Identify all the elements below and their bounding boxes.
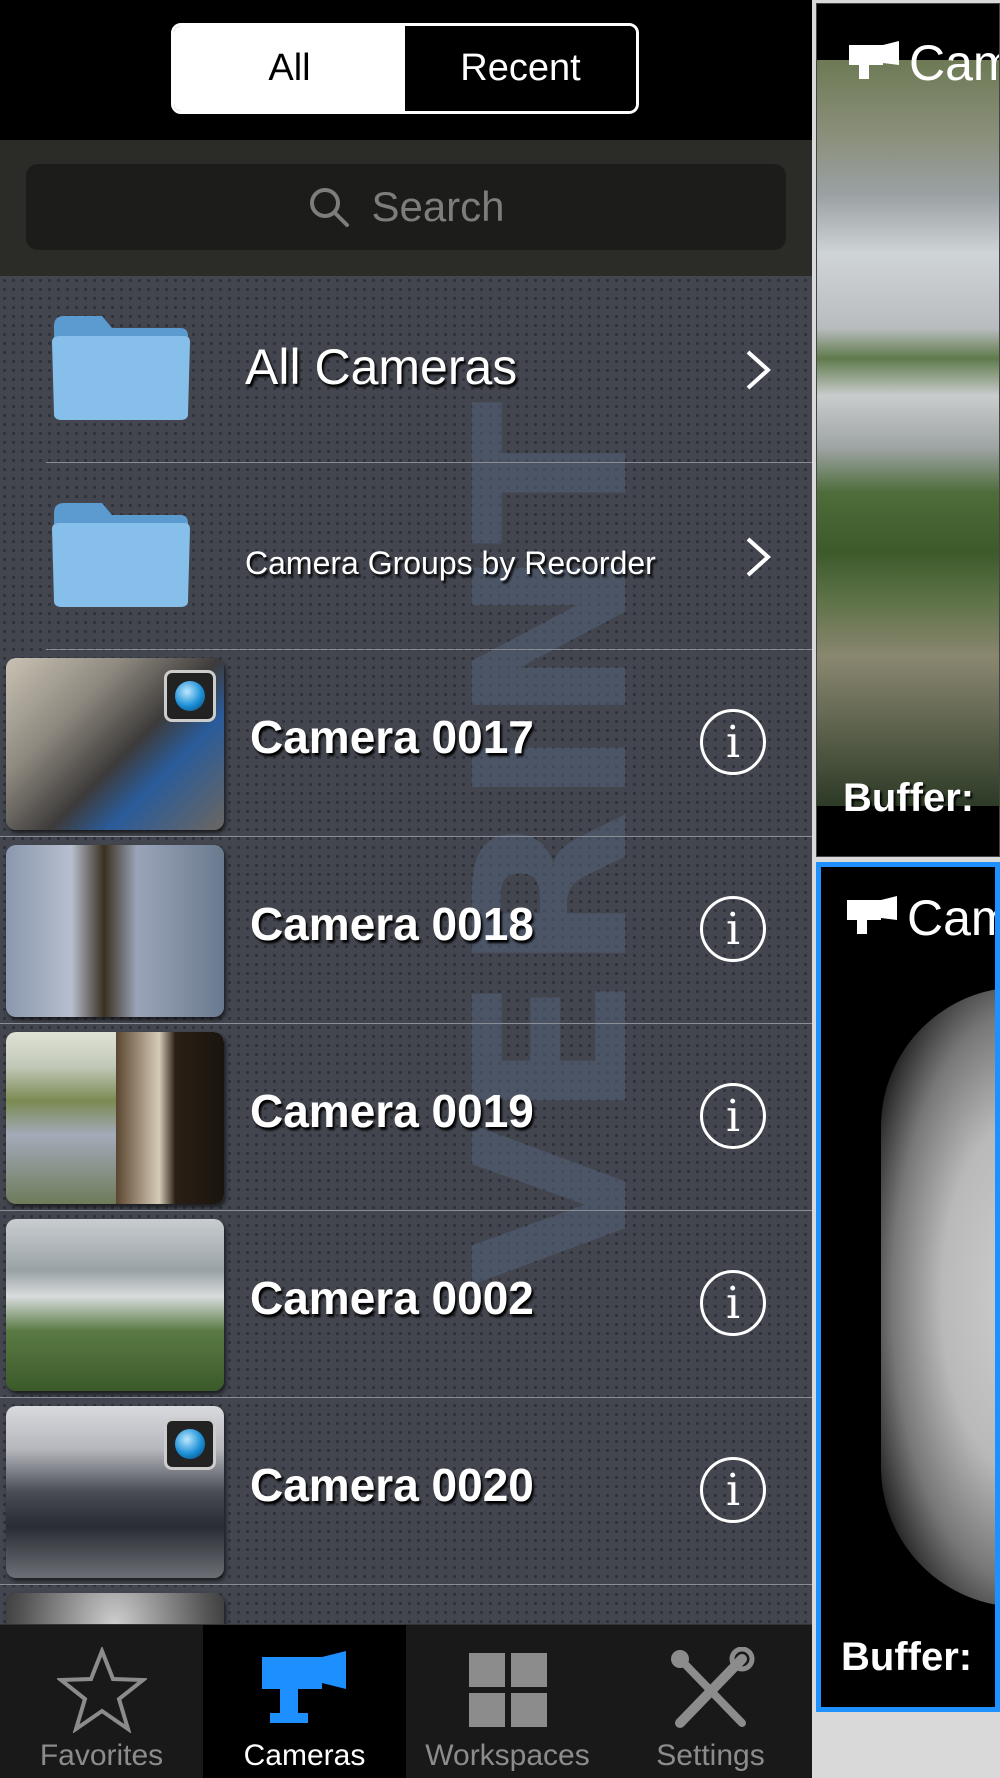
camera-icon <box>261 1651 346 1723</box>
camera-thumbnail <box>6 1406 224 1578</box>
search-input[interactable]: Search <box>26 164 786 250</box>
camera-row[interactable]: Camera 0017 i <box>0 650 812 837</box>
search-icon <box>310 188 350 227</box>
camera-thumbnail <box>6 1593 224 1624</box>
all-recent-segmented-control[interactable]: All Recent <box>171 23 639 114</box>
camera-icon <box>849 41 899 79</box>
folder-row-all-cameras[interactable]: All Cameras <box>0 276 812 463</box>
grid-icon <box>468 1653 547 1727</box>
tools-icon <box>670 1647 754 1728</box>
folder-row-camera-groups[interactable]: Camera Groups by Recorder <box>0 463 812 650</box>
tab-label: Favorites <box>39 1739 164 1772</box>
buffer-label: Buffer: <box>841 1635 973 1679</box>
tab-workspaces[interactable]: Workspaces <box>406 1625 609 1778</box>
camera-thumbnail <box>6 845 224 1017</box>
camera-row[interactable]: Camera 0018 i <box>0 837 812 1024</box>
camera-name: Camera 0019 <box>250 1085 534 1137</box>
tab-bar: Favorites Cameras Workspaces Settings <box>0 1624 812 1778</box>
ptz-camera-icon <box>164 1418 216 1470</box>
camera-row[interactable]: Camera 0020 i <box>0 1398 812 1585</box>
video-workspace-panel: Cam Buffer: Cam Buffer: <box>812 0 1000 1778</box>
video-feed <box>817 60 999 806</box>
video-tile-selected[interactable]: Cam Buffer: <box>816 862 1000 1712</box>
camera-row[interactable]: Camera 0002 i <box>0 1211 812 1398</box>
camera-thumbnail <box>6 1219 224 1391</box>
camera-name: Camera 0017 <box>250 711 534 763</box>
camera-name: Camera 0018 <box>250 898 534 950</box>
tab-label: Settings <box>656 1739 765 1772</box>
camera-name: Camera 0020 <box>250 1459 534 1511</box>
folder-icon <box>52 503 190 607</box>
info-button[interactable]: i <box>700 709 766 775</box>
camera-icon <box>847 896 897 934</box>
tile-title: Cam <box>847 34 999 92</box>
camera-thumbnail <box>6 1032 224 1204</box>
folder-label: Camera Groups by Recorder <box>245 545 656 581</box>
tile-title-text: Cam <box>907 890 995 946</box>
buffer-label: Buffer: <box>843 776 975 820</box>
camera-list[interactable]: VERINT All Cameras Camera Groups by Reco… <box>0 276 812 1624</box>
video-tile[interactable]: Cam Buffer: <box>816 3 1000 857</box>
tab-favorites[interactable]: Favorites <box>0 1625 203 1778</box>
segment-all[interactable]: All <box>174 26 405 111</box>
camera-browser-panel: All Recent Search VERINT All Cameras Cam… <box>0 0 812 1778</box>
segment-recent[interactable]: Recent <box>405 26 636 111</box>
folder-icon <box>52 316 190 420</box>
camera-row-partial[interactable] <box>0 1585 812 1624</box>
search-placeholder: Search <box>371 183 505 230</box>
video-feed <box>881 987 995 1607</box>
camera-row[interactable]: Camera 0019 i <box>0 1024 812 1211</box>
ptz-camera-icon <box>164 670 216 722</box>
tab-label: Workspaces <box>425 1739 590 1772</box>
tile-title-text: Cam <box>909 35 999 91</box>
camera-thumbnail <box>6 658 224 830</box>
top-bar: All Recent <box>0 0 812 140</box>
info-button[interactable]: i <box>700 1270 766 1336</box>
star-icon <box>56 1647 147 1733</box>
search-bar: Search <box>0 140 812 276</box>
tab-cameras[interactable]: Cameras <box>203 1625 406 1778</box>
chevron-right-icon <box>746 350 771 390</box>
info-button[interactable]: i <box>700 1457 766 1523</box>
info-button[interactable]: i <box>700 896 766 962</box>
info-button[interactable]: i <box>700 1083 766 1149</box>
folder-label: All Cameras <box>245 339 518 395</box>
tab-label: Cameras <box>243 1739 366 1772</box>
chevron-right-icon <box>746 537 771 577</box>
camera-name: Camera 0002 <box>250 1272 534 1324</box>
tile-title: Cam <box>845 889 995 947</box>
tab-settings[interactable]: Settings <box>609 1625 812 1778</box>
